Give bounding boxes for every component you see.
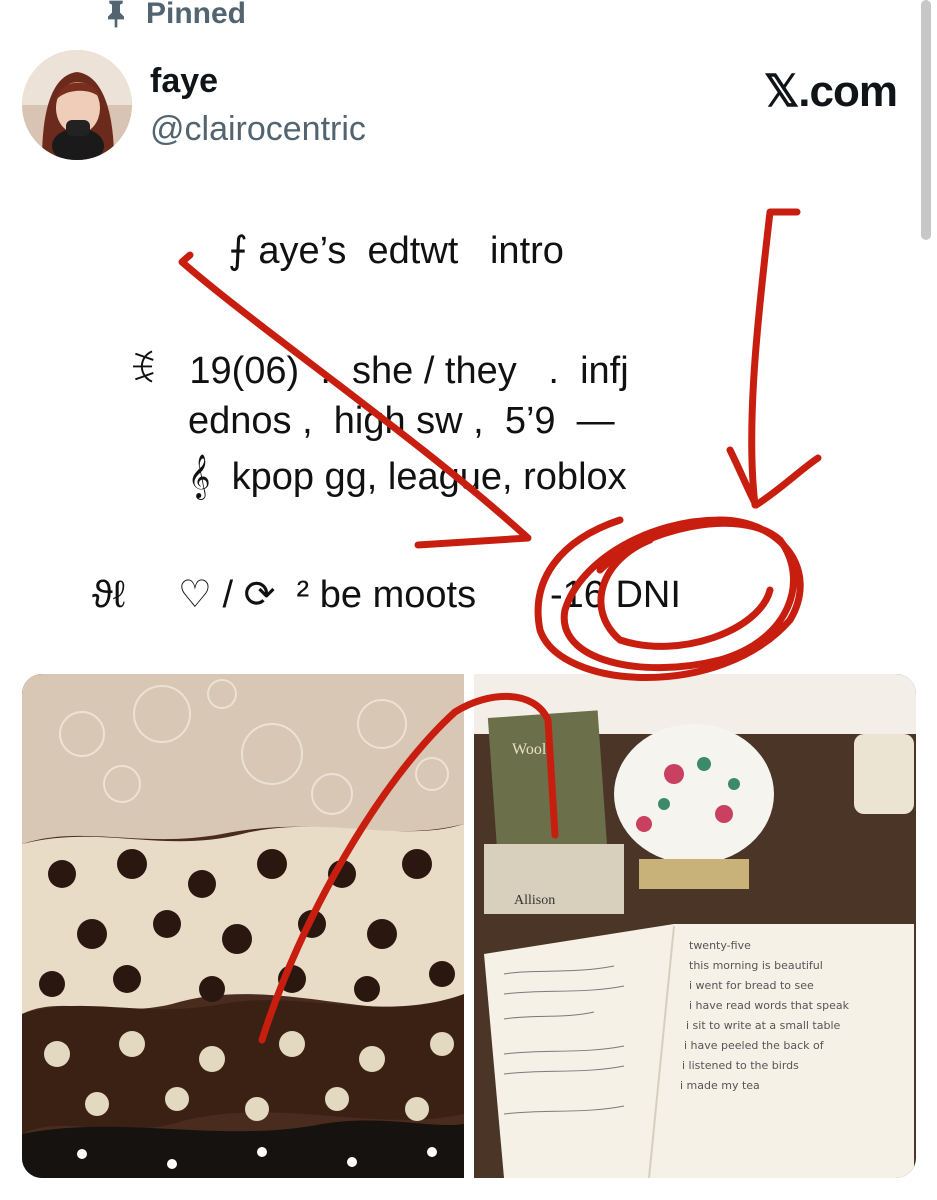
pinned-label: Pinned bbox=[146, 0, 247, 30]
fabric-photo[interactable] bbox=[22, 674, 464, 1178]
handle[interactable]: @clairocentric bbox=[150, 110, 366, 149]
display-name[interactable]: faye bbox=[150, 62, 218, 101]
intro-title: ⨍ aye’s edtwt intro bbox=[228, 230, 564, 272]
media-grid: Woolf Allison twenty-five this morning i… bbox=[22, 674, 916, 1178]
book-author: Allison bbox=[514, 893, 555, 908]
scrollbar[interactable] bbox=[921, 0, 931, 240]
bio-line-ednos: ednos , high sw , 5’9 — bbox=[188, 400, 615, 442]
journal-photo[interactable]: Woolf Allison twenty-five this morning i… bbox=[474, 674, 916, 1178]
journal-line-4: i have read words that speak bbox=[689, 999, 850, 1012]
journal-line-8: i made my tea bbox=[680, 1079, 760, 1092]
red-arrow-top-right bbox=[726, 208, 822, 509]
bio-line-age: ꉂ 19(06) . she / they . infj bbox=[128, 350, 629, 392]
x-logo: 𝕏.com bbox=[763, 67, 898, 116]
journal-line-5: i sit to write at a small table bbox=[686, 1019, 841, 1032]
journal-line-1: twenty-five bbox=[689, 939, 751, 952]
avatar[interactable] bbox=[22, 50, 132, 160]
pin-icon bbox=[108, 0, 124, 28]
journal-line-6: i have peeled the back of bbox=[684, 1039, 825, 1052]
journal-line-2: this morning is beautiful bbox=[689, 959, 823, 972]
journal-line-7: i listened to the birds bbox=[682, 1059, 799, 1072]
bio-line-interests: 𝄞 kpop gg, league, roblox bbox=[188, 456, 627, 498]
book-title: Woolf bbox=[512, 741, 552, 758]
journal-line-3: i went for bread to see bbox=[689, 979, 814, 992]
bio-line-dni: ϑℓ ♡ / ⟳ ² be moots -16 DNI bbox=[92, 574, 681, 616]
pinned-indicator: Pinned bbox=[100, 0, 246, 34]
